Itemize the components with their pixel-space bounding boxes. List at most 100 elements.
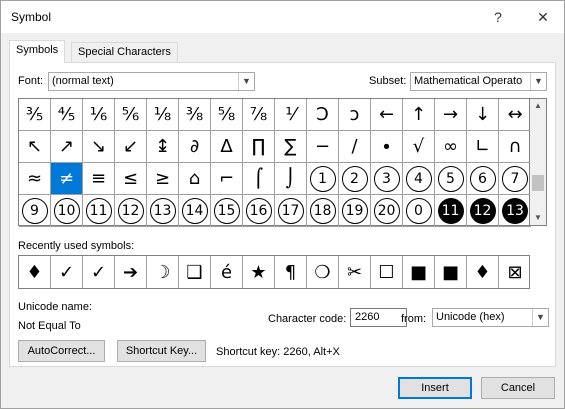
- recent-symbol-cell[interactable]: ★: [243, 256, 275, 288]
- symbol-cell[interactable]: 12: [467, 195, 499, 227]
- recent-symbol-cell[interactable]: ⊠: [499, 256, 531, 288]
- close-button[interactable]: ✕: [528, 5, 558, 29]
- font-select[interactable]: (normal text) ▼: [48, 72, 255, 91]
- symbol-cell[interactable]: ⌠: [243, 163, 275, 195]
- symbol-cell[interactable]: 13: [499, 195, 531, 227]
- symbol-cell[interactable]: −: [307, 131, 339, 163]
- from-select[interactable]: Unicode (hex) ▼: [432, 308, 549, 327]
- symbol-glyph: ↨: [154, 135, 171, 157]
- symbol-cell[interactable]: 2: [339, 163, 371, 195]
- symbol-cell[interactable]: 4: [403, 163, 435, 195]
- symbol-cell[interactable]: ↓: [467, 99, 499, 131]
- symbol-cell[interactable]: ↄ: [339, 99, 371, 131]
- symbol-cell[interactable]: ⅙: [83, 99, 115, 131]
- symbol-cell[interactable]: 12: [115, 195, 147, 227]
- symbol-cell[interactable]: ⅞: [243, 99, 275, 131]
- subset-select[interactable]: Mathematical Operato ▼: [410, 72, 547, 91]
- symbol-cell[interactable]: 11: [435, 195, 467, 227]
- recent-symbol-cell[interactable]: é: [211, 256, 243, 288]
- symbol-cell[interactable]: ∂: [179, 131, 211, 163]
- symbol-cell[interactable]: →: [435, 99, 467, 131]
- symbol-cell[interactable]: ≡: [83, 163, 115, 195]
- symbol-cell[interactable]: 20: [371, 195, 403, 227]
- symbol-cell[interactable]: 6: [467, 163, 499, 195]
- recent-symbol-cell[interactable]: ❑: [179, 256, 211, 288]
- scroll-down-icon[interactable]: ▼: [530, 211, 546, 225]
- symbol-cell[interactable]: ∟: [467, 131, 499, 163]
- symbol-cell[interactable]: ∏: [243, 131, 275, 163]
- symbol-cell[interactable]: 7: [499, 163, 531, 195]
- recent-symbol-cell[interactable]: ☐: [371, 256, 403, 288]
- symbol-cell[interactable]: ↑: [403, 99, 435, 131]
- symbol-cell[interactable]: ↗: [51, 131, 83, 163]
- symbol-cell[interactable]: 14: [179, 195, 211, 227]
- symbol-cell[interactable]: ⌡: [275, 163, 307, 195]
- symbol-cell[interactable]: ↔: [499, 99, 531, 131]
- recent-symbol-cell[interactable]: ■: [403, 256, 435, 288]
- symbol-glyph: →: [442, 103, 459, 125]
- scroll-up-icon[interactable]: ▲: [530, 99, 546, 113]
- symbol-cell[interactable]: 16: [243, 195, 275, 227]
- cancel-button[interactable]: Cancel: [481, 377, 555, 399]
- symbol-cell[interactable]: Ↄ: [307, 99, 339, 131]
- symbol-cell[interactable]: ⅝: [211, 99, 243, 131]
- recent-symbol-cell[interactable]: ♦: [467, 256, 499, 288]
- symbol-cell[interactable]: ⅚: [115, 99, 147, 131]
- recent-symbol-cell[interactable]: ✓: [51, 256, 83, 288]
- recent-symbol-cell[interactable]: ■: [435, 256, 467, 288]
- recent-symbol-cell[interactable]: ☽: [147, 256, 179, 288]
- symbol-cell[interactable]: ≥: [147, 163, 179, 195]
- symbol-cell[interactable]: √: [403, 131, 435, 163]
- recent-symbol-cell[interactable]: ✂: [339, 256, 371, 288]
- symbol-cell[interactable]: ∆: [211, 131, 243, 163]
- symbol-cell[interactable]: ⅛: [147, 99, 179, 131]
- tab-symbols[interactable]: Symbols: [9, 40, 66, 63]
- symbol-grid-scrollbar[interactable]: ▲ ▼: [530, 98, 547, 226]
- symbol-cell[interactable]: 11: [83, 195, 115, 227]
- symbol-cell[interactable]: ≠: [51, 163, 83, 195]
- symbol-cell[interactable]: 9: [19, 195, 51, 227]
- scroll-thumb[interactable]: [532, 175, 544, 191]
- recent-symbol-cell[interactable]: ✓: [83, 256, 115, 288]
- symbol-cell[interactable]: 19: [339, 195, 371, 227]
- symbol-cell[interactable]: ↘: [83, 131, 115, 163]
- autocorrect-button[interactable]: AutoCorrect...: [18, 340, 105, 362]
- symbol-cell[interactable]: 15: [211, 195, 243, 227]
- symbol-glyph: 3: [373, 165, 400, 192]
- char-code-value: 2260: [355, 311, 380, 323]
- symbol-cell[interactable]: ∑: [275, 131, 307, 163]
- symbol-cell[interactable]: 18: [307, 195, 339, 227]
- char-code-input[interactable]: 2260: [350, 308, 407, 327]
- shortcut-key-button[interactable]: Shortcut Key...: [117, 340, 206, 362]
- symbol-cell[interactable]: ↙: [115, 131, 147, 163]
- recent-symbol-cell[interactable]: ❍: [307, 256, 339, 288]
- symbol-cell[interactable]: 13: [147, 195, 179, 227]
- symbol-cell[interactable]: ∩: [499, 131, 531, 163]
- symbol-cell[interactable]: ∙: [371, 131, 403, 163]
- insert-button[interactable]: Insert: [398, 377, 472, 399]
- symbol-cell[interactable]: ⅘: [51, 99, 83, 131]
- symbol-cell[interactable]: 0: [403, 195, 435, 227]
- symbol-cell[interactable]: 1: [307, 163, 339, 195]
- symbol-cell[interactable]: ≈: [19, 163, 51, 195]
- symbol-cell[interactable]: 3: [371, 163, 403, 195]
- symbol-cell[interactable]: ⅗: [19, 99, 51, 131]
- recent-symbol-cell[interactable]: ♦: [19, 256, 51, 288]
- symbol-cell[interactable]: ⌐: [211, 163, 243, 195]
- symbol-cell[interactable]: ≤: [115, 163, 147, 195]
- symbol-cell[interactable]: ↨: [147, 131, 179, 163]
- recent-symbol-cell[interactable]: ¶: [275, 256, 307, 288]
- symbol-cell[interactable]: ⅟: [275, 99, 307, 131]
- symbol-cell[interactable]: ←: [371, 99, 403, 131]
- symbol-cell[interactable]: 10: [51, 195, 83, 227]
- symbol-cell[interactable]: ⌂: [179, 163, 211, 195]
- symbol-cell[interactable]: ↖: [19, 131, 51, 163]
- help-button[interactable]: ?: [483, 5, 513, 29]
- symbol-cell[interactable]: ⅜: [179, 99, 211, 131]
- symbol-cell[interactable]: ∕: [339, 131, 371, 163]
- symbol-cell[interactable]: 17: [275, 195, 307, 227]
- recent-symbol-cell[interactable]: ➔: [115, 256, 147, 288]
- symbol-cell[interactable]: ∞: [435, 131, 467, 163]
- tab-special-characters[interactable]: Special Characters: [71, 42, 178, 63]
- symbol-cell[interactable]: 5: [435, 163, 467, 195]
